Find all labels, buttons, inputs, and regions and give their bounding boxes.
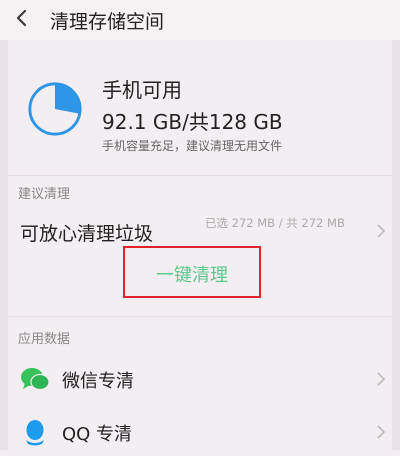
junk-clean-label: 可放心清理垃圾 (20, 223, 154, 245)
qq-clean-label: QQ 专清 (62, 424, 133, 445)
chevron-left-icon[interactable] (10, 6, 34, 30)
chevron-right-icon (377, 372, 386, 386)
junk-selected-stat: 已选 272 MB / 共 272 MB (205, 216, 345, 230)
divider (8, 175, 392, 176)
storage-used-slice (55, 83, 81, 114)
storage-note: 手机容量充足，建议清理无用文件 (102, 139, 283, 153)
chevron-right-icon (377, 425, 386, 439)
storage-summary: 手机可用 92.1 GB/共128 GB 手机容量充足，建议清理无用文件 (8, 52, 392, 172)
qq-icon (26, 420, 44, 446)
section-label-app-data: 应用数据 (18, 332, 71, 347)
storage-amount: 92.1 GB/共128 GB (102, 110, 283, 134)
storage-pie-icon (28, 82, 82, 136)
section-label-recommend: 建议清理 (18, 187, 71, 202)
storage-title: 手机可用 (102, 78, 182, 102)
wechat-clean-label: 微信专清 (62, 371, 134, 392)
wechat-clean-row[interactable]: 微信专清 (8, 355, 392, 403)
one-click-clean-label: 一键清理 (156, 265, 228, 286)
left-edge (0, 40, 8, 450)
right-edge (392, 40, 400, 450)
top-bar: 清理存储空间 (0, 0, 400, 40)
chevron-right-icon (377, 224, 386, 238)
junk-clean-row[interactable]: 可放心清理垃圾 已选 272 MB / 共 272 MB 一键清理 (8, 205, 392, 305)
page-title: 清理存储空间 (50, 11, 165, 33)
qq-clean-row[interactable]: QQ 专清 (8, 408, 392, 456)
one-click-clean-button[interactable]: 一键清理 (123, 246, 261, 298)
wechat-icon (21, 368, 50, 391)
divider (8, 316, 392, 317)
